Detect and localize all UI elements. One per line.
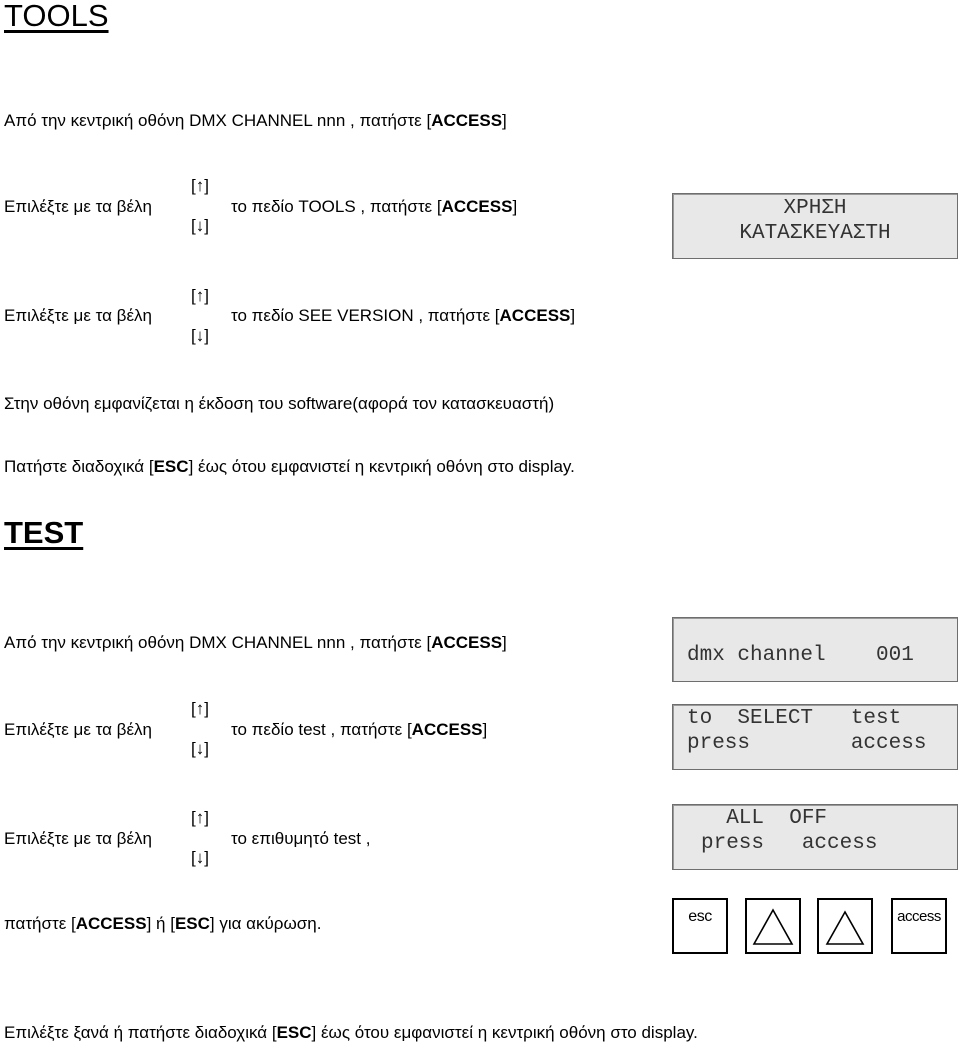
step-text: ] bbox=[482, 720, 488, 739]
step-text: το πεδίο TOOLS , πατήστε [ bbox=[231, 197, 442, 216]
lcd-line-2: ΚΑΤΑΣΚΕΥΑΣΤΗ bbox=[739, 222, 891, 245]
test-step-5: Επιλέξτε ξανά ή πατήστε διαδοχικά [ESC] … bbox=[4, 1023, 698, 1043]
arrow-down-icon: [↓] bbox=[191, 739, 209, 758]
tools-step-2-text: το πεδίο TOOLS , πατήστε [ACCESS] bbox=[231, 197, 517, 217]
step-text: Πατήστε διαδοχικά [ bbox=[4, 457, 154, 476]
step-text: ] για ακύρωση. bbox=[209, 914, 322, 933]
test-step-1: Από την κεντρική οθόνη DMX CHANNEL nnn ,… bbox=[4, 633, 507, 653]
arrow-up-icon: [↑] bbox=[191, 699, 209, 718]
tools-step-4: Στην οθόνη εμφανίζεται η έκδοση του soft… bbox=[4, 394, 555, 413]
test-heading: TEST bbox=[4, 515, 84, 550]
lcd-display-user-manufacturer: ΧΡΗΣΗ ΚΑΤΑΣΚΕΥΑΣΤΗ bbox=[672, 193, 958, 259]
arrow-keys: [↑] [↓] bbox=[191, 287, 209, 367]
arrow-keys: [↑] [↓] bbox=[191, 177, 209, 257]
lcd-line-1: to SELECT test bbox=[687, 707, 902, 730]
arrow-up-icon: [↑] bbox=[191, 286, 209, 305]
tools-heading: TOOLS bbox=[4, 0, 109, 33]
down-key[interactable] bbox=[817, 898, 873, 954]
step-text: το πεδίο SEE VERSION , πατήστε [ bbox=[231, 306, 500, 325]
lcd-line-1: dmx channel 001 bbox=[687, 644, 914, 667]
step-text: ] έως ότου εμφανιστεί η κεντρική οθόνη σ… bbox=[311, 1023, 698, 1042]
esc-key-label: esc bbox=[688, 908, 712, 925]
test-step-4: πατήστε [ACCESS] ή [ESC] για ακύρωση. bbox=[4, 914, 321, 934]
key-name: ACCESS bbox=[431, 633, 503, 652]
step-text: ] έως ότου εμφανιστεί η κεντρική οθόνη σ… bbox=[188, 457, 575, 476]
step-text: Επιλέξτε ξανά ή πατήστε διαδοχικά [ bbox=[4, 1023, 277, 1042]
up-triangle-icon bbox=[752, 908, 794, 945]
test-step-2-text: το πεδίο test , πατήστε [ACCESS] bbox=[231, 720, 487, 740]
tools-step-3-label: Επιλέξτε με τα βέλη bbox=[4, 306, 152, 325]
key-name: ACCESS bbox=[499, 306, 571, 325]
step-text: το πεδίο test , πατήστε [ bbox=[231, 720, 412, 739]
tools-step-2-label: Επιλέξτε με τα βέλη bbox=[4, 197, 152, 216]
arrow-keys: [↑] [↓] bbox=[191, 809, 209, 889]
arrow-down-icon: [↓] bbox=[191, 326, 209, 345]
tools-step-3-text: το πεδίο SEE VERSION , πατήστε [ACCESS] bbox=[231, 306, 575, 326]
lcd-display-select-test: to SELECT test press access bbox=[672, 704, 958, 770]
key-name: ACCESS bbox=[441, 197, 513, 216]
up-key[interactable] bbox=[745, 898, 801, 954]
access-key-label: access bbox=[897, 908, 941, 925]
test-step-3-label: Επιλέξτε με τα βέλη bbox=[4, 829, 152, 848]
tools-step-5: Πατήστε διαδοχικά [ESC] έως ότου εμφανισ… bbox=[4, 457, 575, 477]
lcd-display-all-off: ALL OFF press access bbox=[672, 804, 958, 870]
key-name: ESC bbox=[276, 1023, 312, 1042]
key-name: ESC bbox=[153, 457, 189, 476]
key-name: ACCESS bbox=[431, 111, 503, 130]
key-name: ACCESS bbox=[411, 720, 483, 739]
test-step-3-text: το επιθυμητό test , bbox=[231, 829, 371, 848]
step-text: πατήστε [ bbox=[4, 914, 76, 933]
lcd-line-2: press access bbox=[701, 832, 878, 855]
key-name: ESC bbox=[174, 914, 210, 933]
step-text: Από την κεντρική οθόνη DMX CHANNEL nnn ,… bbox=[4, 111, 432, 130]
esc-key[interactable]: esc bbox=[672, 898, 728, 954]
access-key[interactable]: access bbox=[891, 898, 947, 954]
lcd-line-1: ΧΡΗΣΗ bbox=[783, 197, 847, 220]
arrow-down-icon: [↓] bbox=[191, 216, 209, 235]
lcd-line-2: press access bbox=[687, 732, 927, 755]
step-text: ] bbox=[512, 197, 518, 216]
step-text: ] bbox=[502, 111, 507, 130]
arrow-up-icon: [↑] bbox=[191, 176, 209, 195]
step-text: ] bbox=[502, 633, 507, 652]
lcd-display-dmx-channel: dmx channel 001 bbox=[672, 617, 958, 682]
arrow-up-icon: [↑] bbox=[191, 808, 209, 827]
arrow-keys: [↑] [↓] bbox=[191, 700, 209, 780]
step-text: Από την κεντρική οθόνη DMX CHANNEL nnn ,… bbox=[4, 633, 432, 652]
arrow-down-icon: [↓] bbox=[191, 848, 209, 867]
key-name: ACCESS bbox=[75, 914, 147, 933]
up-triangle-icon bbox=[825, 910, 865, 945]
lcd-line-1: ALL OFF bbox=[701, 807, 828, 830]
step-text: ] bbox=[570, 306, 576, 325]
step-text: ] ή [ bbox=[146, 914, 175, 933]
test-step-2-label: Επιλέξτε με τα βέλη bbox=[4, 720, 152, 739]
tools-step-1: Από την κεντρική οθόνη DMX CHANNEL nnn ,… bbox=[4, 111, 507, 131]
